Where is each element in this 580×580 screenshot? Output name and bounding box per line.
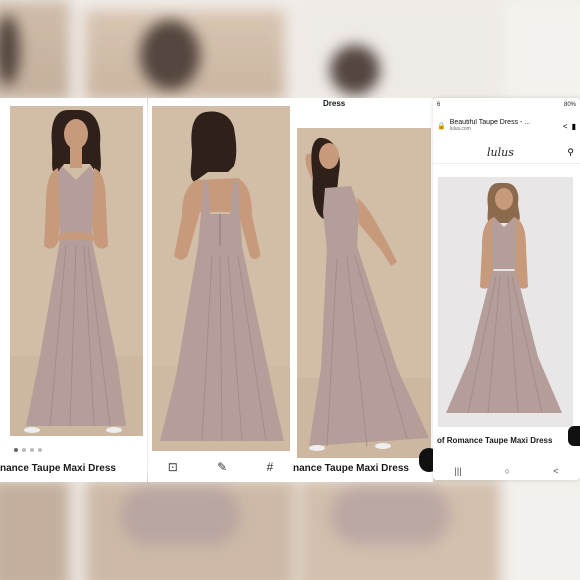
model-front-photo[interactable] [10,106,143,436]
status-bar: 6 80% [437,102,576,112]
phone-browser-screenshot: 6 80% 🔒 Beautiful Taupe Dress - ... lulu… [433,98,580,480]
product-title[interactable]: nance Taupe Maxi Dress [0,463,147,474]
status-time: 6 [437,102,441,108]
site-header: lulus ⚲ [433,142,580,164]
battery-indicator: 80% [563,102,576,108]
search-icon[interactable]: ⚲ [567,147,574,158]
lock-icon: 🔒 [437,123,446,130]
product-main-photo[interactable] [438,177,573,427]
model-side-photo[interactable] [297,128,431,458]
hashtag-icon[interactable]: # [267,460,274,474]
browser-url-bar[interactable]: 🔒 Beautiful Taupe Dress - ... lulus.com … [433,114,580,138]
home-icon[interactable]: ○ [505,466,510,476]
back-icon[interactable]: < [553,466,558,476]
edit-icon[interactable]: ✎ [217,460,227,474]
top-title-fragment: Dress [323,99,346,108]
share-icon[interactable]: < [563,122,568,131]
product-title[interactable]: nance Taupe Maxi Dress [293,463,433,474]
product-title[interactable]: of Romance Taupe Maxi Dress [437,436,567,445]
page-domain: lulus.com [449,126,471,133]
android-nav-bar: ||| ○ < [433,462,580,480]
screenshot-collage: nance Taupe Maxi Dress ⊡ ✎ # Dress nance… [0,0,580,580]
product-photo-back-panel: ⊡ ✎ # [148,98,293,482]
scan-icon[interactable]: ⊡ [168,460,178,474]
image-toolbar: ⊡ ✎ # [148,458,293,476]
chat-button[interactable] [568,426,580,446]
product-photo-front-panel: nance Taupe Maxi Dress [0,98,147,482]
model-back-photo[interactable] [152,106,290,451]
lulus-logo[interactable]: lulus [487,146,514,159]
bookmark-icon[interactable]: ▮ [572,122,576,131]
carousel-dots [14,448,42,452]
recents-icon[interactable]: ||| [455,466,462,476]
product-photo-side-panel: Dress nance Taupe Maxi Dress [293,98,439,482]
